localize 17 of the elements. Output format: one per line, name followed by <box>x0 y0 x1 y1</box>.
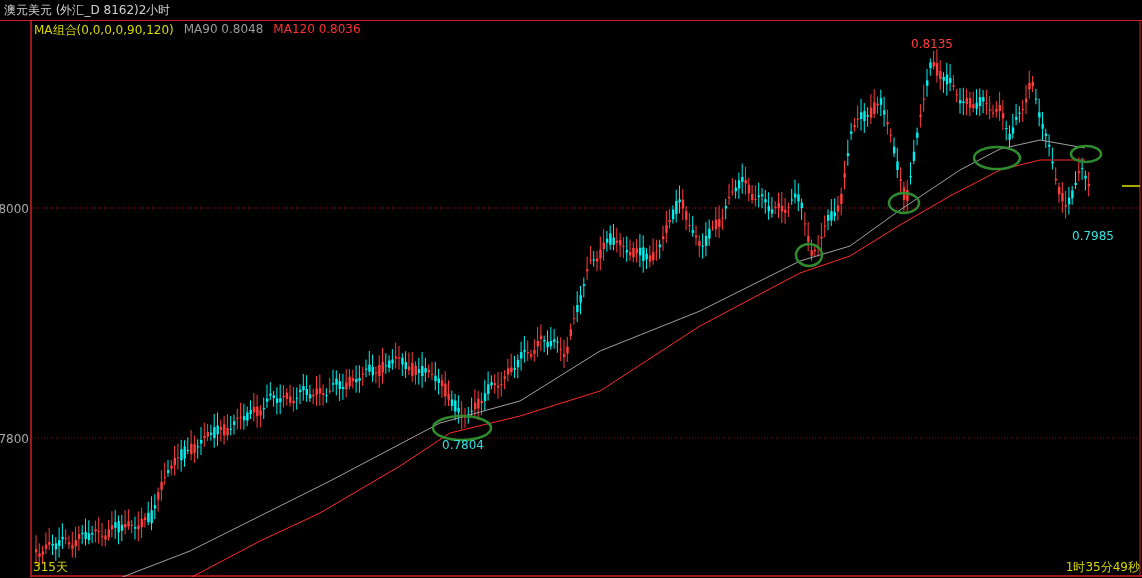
chart-title: 澳元美元 (外汇_D 8162)2小时 <box>4 1 171 19</box>
circle-marker <box>972 145 1022 171</box>
price-annotation: 0.8135 <box>911 37 953 51</box>
price-annotation: 0.7804 <box>442 438 484 452</box>
circle-marker <box>887 191 921 215</box>
indicator-label: MA90 0.8048 <box>183 22 264 38</box>
countdown-timer: 1时35分49秒 <box>1065 559 1140 576</box>
bar-count: 315天 <box>33 559 68 576</box>
circle-marker <box>1069 144 1103 164</box>
circle-marker <box>431 414 493 442</box>
price-annotation: 0.7985 <box>1072 229 1114 243</box>
indicator-label: MA120 0.8036 <box>273 22 361 38</box>
circle-marker <box>794 242 824 268</box>
price-axis-label: 8000 <box>0 202 29 216</box>
price-axis-label: 7800 <box>0 432 29 446</box>
current-price-marker <box>1121 185 1141 187</box>
indicator-label: MA组合(0,0,0,0,90,120) <box>34 22 174 39</box>
